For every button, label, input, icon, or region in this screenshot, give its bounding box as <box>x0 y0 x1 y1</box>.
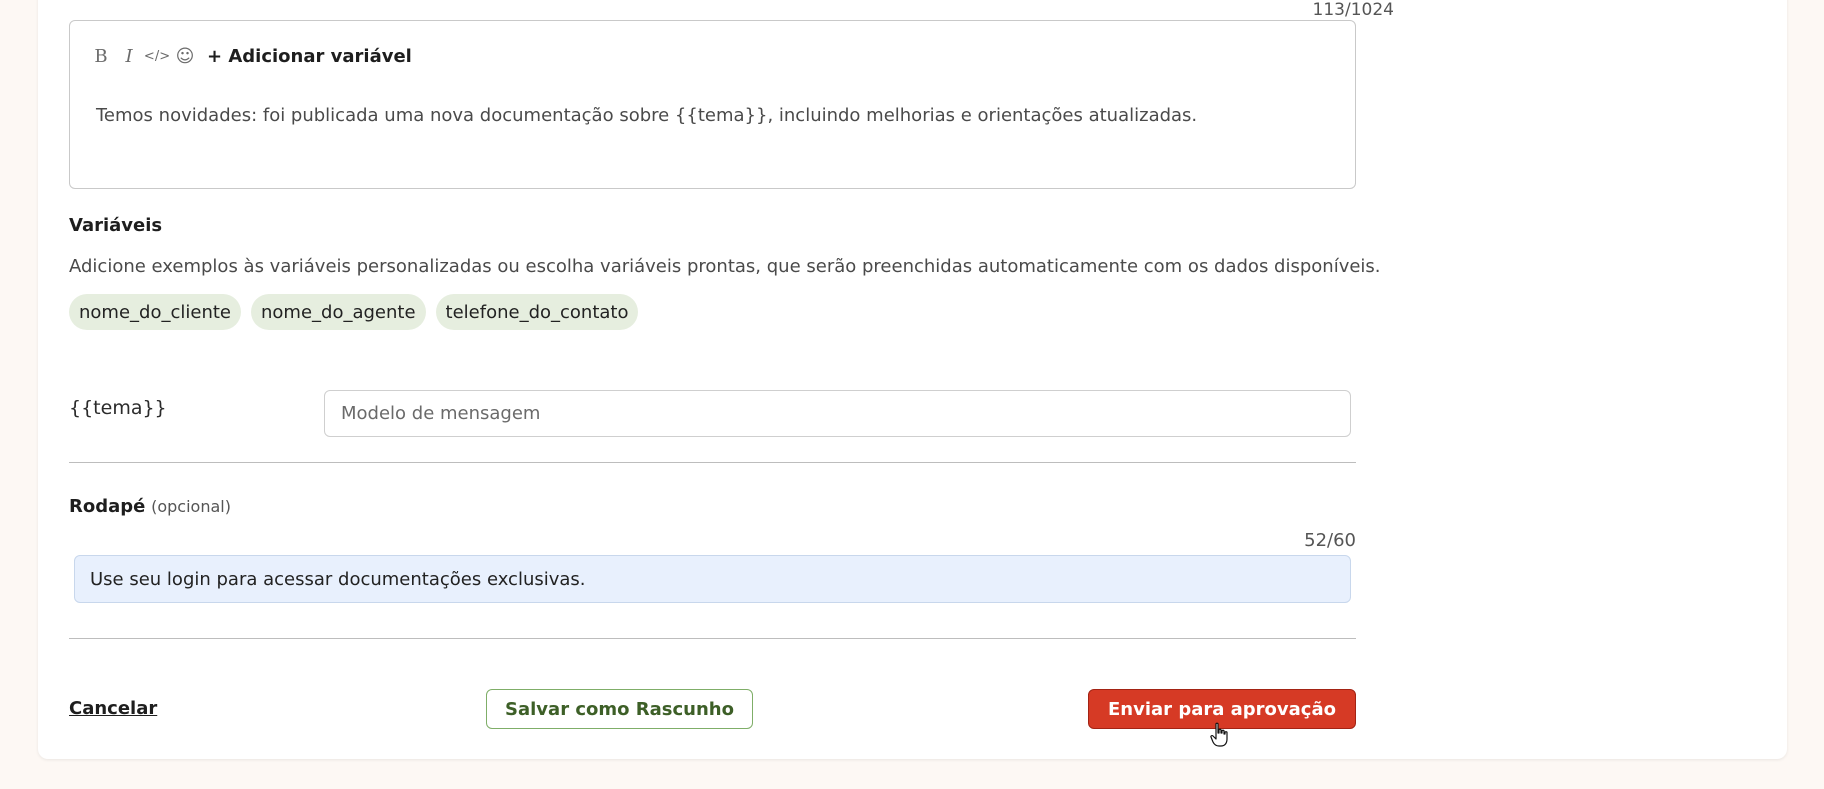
code-icon[interactable]: </> <box>144 45 170 67</box>
divider <box>69 638 1356 639</box>
emoji-icon[interactable]: ☺ <box>175 45 195 67</box>
add-variable-button[interactable]: + Adicionar variável <box>207 46 412 67</box>
chip-nome-do-agente[interactable]: nome_do_agente <box>250 294 426 330</box>
variables-title: Variáveis <box>69 215 163 236</box>
footer-input[interactable] <box>74 555 1351 603</box>
chip-telefone-do-contato[interactable]: telefone_do_contato <box>435 294 639 330</box>
variable-tema-input[interactable] <box>324 390 1351 437</box>
variable-chips: nome_do_cliente nome_do_agente telefone_… <box>69 294 639 330</box>
message-body-editor[interactable]: B I </> ☺ + Adicionar variável Temos nov… <box>69 20 1356 189</box>
save-draft-button[interactable]: Salvar como Rascunho <box>486 689 753 729</box>
footer-title: Rodapé (opcional) <box>69 496 231 517</box>
footer-title-label: Rodapé <box>69 496 146 517</box>
footer-char-counter: 52/60 <box>1304 530 1356 551</box>
bold-icon[interactable]: B <box>91 45 111 67</box>
hand-cursor-icon <box>1210 722 1228 747</box>
body-char-counter: 113/1024 <box>1312 0 1394 20</box>
cancel-link[interactable]: Cancelar <box>69 698 157 719</box>
italic-icon[interactable]: I <box>119 45 139 67</box>
footer-optional-label: (opcional) <box>151 497 231 516</box>
editor-toolbar: B I </> ☺ + Adicionar variável <box>91 45 412 67</box>
variables-description: Adicione exemplos às variáveis personali… <box>69 256 1381 277</box>
divider <box>69 462 1356 463</box>
chip-nome-do-cliente[interactable]: nome_do_cliente <box>69 294 241 330</box>
variable-tema-label: {{tema}} <box>69 397 167 419</box>
editor-body-text[interactable]: Temos novidades: foi publicada uma nova … <box>96 105 1197 126</box>
